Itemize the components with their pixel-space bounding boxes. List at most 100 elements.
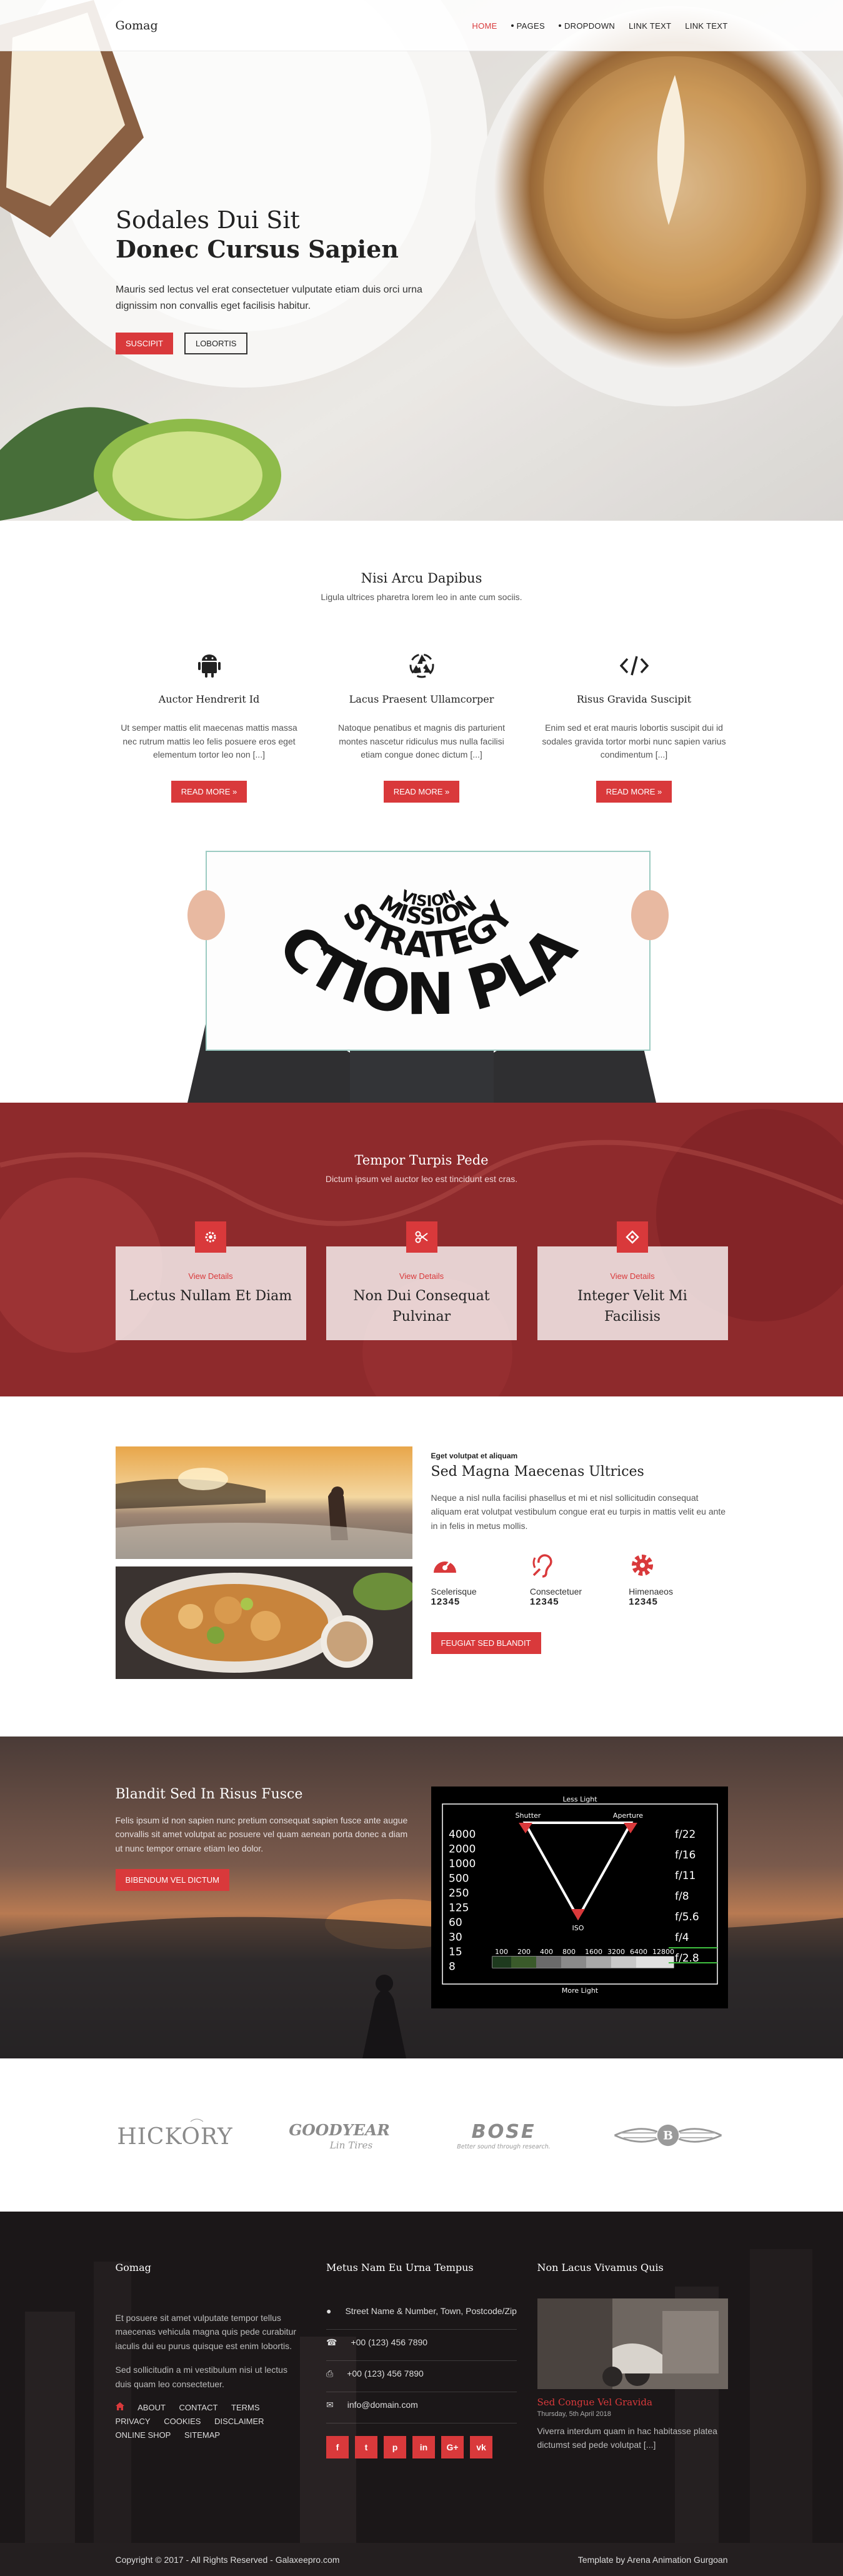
contact-phone: ☎ +00 (123) 456 7890 bbox=[326, 2330, 517, 2362]
iso-value-label: 100 bbox=[495, 1948, 508, 1956]
footer-link[interactable]: CONTACT bbox=[179, 2401, 218, 2415]
facebook-icon[interactable]: f bbox=[326, 2436, 349, 2459]
dashboard-icon bbox=[431, 1551, 530, 1579]
google-plus-icon[interactable]: G+ bbox=[441, 2436, 464, 2459]
nav-link-text-1[interactable]: LINK TEXT bbox=[629, 21, 671, 31]
bullet-icon bbox=[558, 24, 561, 27]
pinterest-icon[interactable]: p bbox=[384, 2436, 406, 2459]
read-more-button[interactable]: READ MORE » bbox=[171, 781, 247, 803]
brand-logo-goodyear[interactable]: GOODYEAR Lin Tires bbox=[280, 2113, 399, 2157]
feature-title: Lectus Nullam Et Diam bbox=[129, 1288, 292, 1305]
bullet-icon bbox=[511, 24, 514, 27]
nav-link-text-2[interactable]: LINK TEXT bbox=[685, 21, 727, 31]
service-card: Lacus Praesent Ullamcorper Natoque penat… bbox=[328, 652, 516, 803]
nav-pages[interactable]: PAGES bbox=[511, 21, 545, 31]
feature-box[interactable]: View Details Integer Velit Mi Facilisis bbox=[537, 1221, 728, 1341]
view-details-link[interactable]: View Details bbox=[116, 1271, 306, 1281]
phone-icon: ☎ bbox=[326, 2337, 337, 2348]
hero-text: Mauris sed lectus vel erat consectetuer … bbox=[116, 284, 422, 311]
service-text: Natoque penatibus et magnis dis parturie… bbox=[338, 723, 505, 760]
nav-home-label: HOME bbox=[472, 21, 497, 31]
dusk-button[interactable]: BIBENDUM VEL DICTUM bbox=[115, 1869, 229, 1892]
main-nav: HOME PAGES DROPDOWN LINK TEXT LINK TEXT bbox=[472, 21, 727, 31]
footer-col-title: Gomag bbox=[115, 2262, 151, 2274]
iso-label: ISO bbox=[572, 1924, 584, 1932]
hero-secondary-button[interactable]: LOBORTIS bbox=[184, 333, 248, 355]
aperture-value-label: f/22 bbox=[675, 1828, 696, 1841]
aperture-label: Aperture bbox=[612, 1812, 642, 1820]
about-kicker: Eget volutpat et aliquam bbox=[431, 1451, 518, 1461]
twitter-icon[interactable]: t bbox=[355, 2436, 377, 2459]
shutter-speed-label: 8 bbox=[449, 1961, 456, 1973]
feature-title: Non Dui Consequat Pulvinar bbox=[353, 1288, 490, 1325]
news-text: Viverra interdum quam in hac habitasse p… bbox=[537, 2426, 717, 2450]
bentley-letter: B bbox=[663, 2128, 673, 2142]
envelope-icon: ✉ bbox=[326, 2400, 334, 2410]
features-subtitle: Dictum ipsum vel auctor leo est tincidun… bbox=[325, 1174, 518, 1185]
phone-text[interactable]: +00 (123) 456 7890 bbox=[351, 2336, 427, 2349]
shutter-speed-label: 4000 bbox=[449, 1828, 476, 1841]
read-more-button[interactable]: READ MORE » bbox=[596, 781, 672, 803]
site-logo[interactable]: Gomag bbox=[116, 19, 158, 33]
nav-dropdown[interactable]: DROPDOWN bbox=[558, 21, 615, 31]
about-section: Eget volutpat et aliquam Sed Magna Maece… bbox=[0, 1396, 843, 1737]
service-title: Auctor Hendrerit Id bbox=[158, 693, 260, 705]
stat-value: 12345 bbox=[629, 1596, 658, 1608]
footer-link[interactable]: ONLINE SHOP bbox=[116, 2428, 171, 2442]
read-more-button[interactable]: READ MORE » bbox=[383, 781, 460, 803]
stat-value: 12345 bbox=[529, 1596, 559, 1608]
feature-box[interactable]: View Details Lectus Nullam Et Diam bbox=[115, 1221, 306, 1341]
footer-link[interactable]: DISCLAIMER bbox=[214, 2415, 264, 2428]
footer-col-title: Non Lacus Vivamus Quis bbox=[537, 2262, 664, 2274]
stat-label: Consectetuer bbox=[529, 1586, 582, 1597]
brand-logo-bose[interactable]: BOSE Better sound through research. bbox=[444, 2113, 563, 2157]
footer-link[interactable]: PRIVACY bbox=[116, 2415, 151, 2428]
footer-link[interactable]: COOKIES bbox=[164, 2415, 201, 2428]
gear-icon bbox=[195, 1221, 226, 1253]
shutter-speed-label: 250 bbox=[449, 1887, 469, 1900]
iso-value-label: 12800 bbox=[652, 1948, 674, 1956]
brand-tagline: Better sound through research. bbox=[457, 2143, 551, 2150]
beach-photo bbox=[115, 1446, 412, 1560]
android-icon bbox=[116, 652, 303, 679]
brand-name: GOODYEAR bbox=[289, 2121, 390, 2139]
fax-icon: ⎙ bbox=[326, 2368, 334, 2379]
footer-link[interactable]: ABOUT bbox=[137, 2401, 166, 2415]
about-title: Sed Magna Maecenas Ultrices bbox=[431, 1464, 644, 1480]
social-links: f t p in G+ vk bbox=[326, 2436, 517, 2459]
template-credit: Template by Arena Animation Gurgoan bbox=[577, 2554, 728, 2565]
shutter-speed-label: 500 bbox=[449, 1873, 469, 1885]
view-details-link[interactable]: View Details bbox=[326, 1271, 517, 1281]
shutter-label: Shutter bbox=[515, 1812, 541, 1820]
email-text[interactable]: info@domain.com bbox=[347, 2398, 418, 2412]
hero-primary-button[interactable]: SUSCIPIT bbox=[116, 333, 173, 355]
news-photo[interactable] bbox=[537, 2298, 728, 2390]
iso-value-label: 6400 bbox=[630, 1948, 647, 1956]
features-title: Tempor Turpis Pede bbox=[354, 1153, 489, 1168]
iso-value-label: 200 bbox=[517, 1948, 531, 1956]
services-title: Nisi Arcu Dapibus bbox=[361, 571, 482, 586]
footer-link[interactable]: SITEMAP bbox=[184, 2428, 220, 2442]
brand-logo-bentley[interactable]: B bbox=[609, 2113, 727, 2157]
nav-home[interactable]: HOME bbox=[472, 21, 497, 31]
site-header: Gomag HOME PAGES DROPDOWN LINK TEXT LINK… bbox=[0, 0, 843, 51]
home-icon[interactable] bbox=[115, 2401, 124, 2415]
about-button[interactable]: FEUGIAT SED BLANDIT bbox=[431, 1632, 541, 1655]
brand-logo-hickory[interactable]: HICKORY bbox=[116, 2113, 234, 2157]
linkedin-icon[interactable]: in bbox=[412, 2436, 435, 2459]
nav-link-label: LINK TEXT bbox=[629, 21, 672, 31]
fax-text: +00 (123) 456 7890 bbox=[347, 2368, 424, 2379]
site-footer: Gomag Et posuere sit amet vulputate temp… bbox=[0, 2212, 843, 2543]
service-title: Lacus Praesent Ullamcorper bbox=[349, 693, 494, 705]
aperture-value-label: f/4 bbox=[675, 1932, 689, 1944]
news-title[interactable]: Sed Congue Vel Gravida bbox=[537, 2397, 728, 2408]
feature-box[interactable]: View Details Non Dui Consequat Pulvinar bbox=[326, 1221, 517, 1341]
view-details-link[interactable]: View Details bbox=[537, 1271, 728, 1281]
hero-title-line2: Donec Cursus Sapien bbox=[116, 234, 399, 263]
brand-name: BOSE bbox=[472, 2120, 536, 2142]
footer-links: ABOUT CONTACT TERMS PRIVACY COOKIES DISC… bbox=[115, 2401, 306, 2442]
footer-link[interactable]: TERMS bbox=[231, 2401, 260, 2415]
footer-news: Non Lacus Vivamus Quis Sed Congue Vel Gr… bbox=[537, 2262, 728, 2462]
aperture-value-label: f/16 bbox=[675, 1849, 696, 1862]
vk-icon[interactable]: vk bbox=[470, 2436, 492, 2459]
